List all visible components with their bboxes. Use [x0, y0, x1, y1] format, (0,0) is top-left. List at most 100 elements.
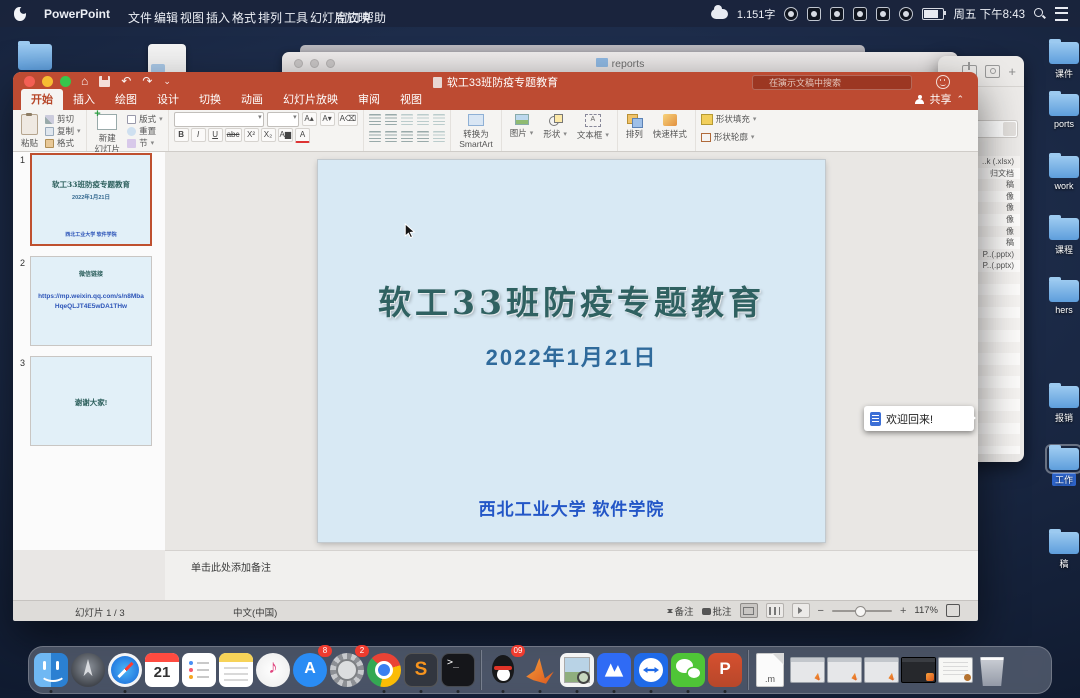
feedback-smiley-icon[interactable]	[936, 75, 950, 89]
new-slide-button[interactable]: 新建 幻灯片	[92, 113, 124, 156]
camera-icon[interactable]	[985, 65, 1000, 78]
reset-button[interactable]: 重置	[127, 125, 156, 137]
desktop-folder-homework[interactable]: work	[1044, 156, 1080, 191]
dock-app-store[interactable]: 8	[292, 647, 328, 693]
normal-view-button[interactable]	[740, 603, 758, 618]
desktop-folder-work-selected[interactable]: 工作	[1044, 448, 1080, 486]
convert-smartart-button[interactable]: 转换为 SmartArt	[456, 113, 496, 150]
arrange-button[interactable]: 排列	[623, 113, 646, 141]
menu-item-help[interactable]: 帮助	[362, 9, 371, 18]
share-button[interactable]: 共享 ⌃	[915, 91, 978, 110]
eye-status-icon[interactable]	[899, 7, 913, 21]
dock-minimized-document[interactable]	[937, 647, 973, 693]
notification-icon[interactable]	[853, 7, 867, 21]
menu-item-tools[interactable]: 工具	[284, 9, 293, 18]
tab-slideshow[interactable]: 幻灯片放映	[273, 89, 348, 110]
menu-item-arrange[interactable]: 排列	[258, 9, 267, 18]
decrease-indent-icon[interactable]	[401, 114, 413, 125]
dock-system-preferences[interactable]: 2	[329, 647, 365, 693]
zoom-in-button[interactable]: +	[900, 605, 906, 617]
slide-date-text[interactable]: 2022年1月21日	[318, 340, 825, 372]
bullets-icon[interactable]	[369, 114, 381, 125]
dock-wechat[interactable]	[670, 647, 706, 693]
menu-item-slideshow[interactable]: 幻灯片放映	[310, 9, 319, 18]
slide-footer-text[interactable]: 西北工业大学 软件学院	[318, 495, 825, 520]
tab-home[interactable]: 开始	[21, 89, 63, 110]
desktop-folder-others[interactable]: hers	[1044, 280, 1080, 315]
powerpoint-window[interactable]: ⌂ ↶ ↷ ⌄ 软工33班防疫专题教育 开始 插入 绘图 设计 切换 动画 幻灯…	[13, 72, 978, 620]
desktop-folder-topleft[interactable]	[18, 44, 52, 70]
save-icon[interactable]	[99, 76, 110, 87]
zoom-out-button[interactable]: −	[818, 605, 824, 617]
dock-minimized-window-2[interactable]	[826, 647, 862, 693]
dock-finder[interactable]	[33, 647, 69, 693]
font-color-button[interactable]: A	[295, 128, 310, 143]
dock-sublime-text[interactable]	[403, 647, 439, 693]
zoom-level[interactable]: 117%	[914, 605, 938, 616]
add-icon[interactable]: +	[1008, 64, 1016, 79]
menu-item-format[interactable]: 格式	[232, 9, 241, 18]
dock-reminders[interactable]	[181, 647, 217, 693]
dock-minimized-window-3[interactable]	[863, 647, 899, 693]
shape-fill-button[interactable]: 形状填充▾	[701, 113, 757, 125]
tab-animations[interactable]: 动画	[231, 89, 273, 110]
status-icon-app1[interactable]	[784, 7, 798, 21]
slideshow-view-button[interactable]	[792, 603, 810, 618]
notes-toggle[interactable]: 备注	[666, 604, 694, 618]
picture-button[interactable]: 图片▾	[507, 113, 537, 140]
menu-item-window[interactable]: 窗口	[336, 9, 345, 18]
numbering-icon[interactable]	[385, 114, 397, 125]
zoom-button[interactable]	[60, 76, 71, 87]
dock-itunes[interactable]	[255, 647, 291, 693]
copy-button[interactable]: 复制▾	[45, 125, 81, 137]
shrink-font-button[interactable]: A▾	[320, 112, 335, 126]
bold-button[interactable]: B	[174, 128, 189, 142]
superscript-button[interactable]: X²	[244, 128, 259, 142]
font-name-dropdown[interactable]	[174, 112, 264, 127]
subscript-button[interactable]: X₂	[261, 128, 276, 142]
notes-pane[interactable]: 单击此处添加备注	[165, 550, 978, 601]
tab-transitions[interactable]: 切换	[189, 89, 231, 110]
underline-button[interactable]: U	[208, 128, 223, 142]
dock-powerpoint[interactable]	[707, 647, 743, 693]
language-indicator[interactable]: 中文(中国)	[233, 605, 277, 619]
collapse-ribbon-icon[interactable]: ⌃	[956, 94, 964, 105]
italic-button[interactable]: I	[191, 128, 206, 142]
warning-status-icon[interactable]	[876, 7, 890, 21]
menubar-clock[interactable]: 周五 下午8:43	[953, 6, 1025, 22]
tab-view[interactable]: 视图	[390, 89, 432, 110]
spotlight-search-icon[interactable]	[1034, 8, 1046, 20]
dock-launchpad[interactable]	[70, 647, 106, 693]
dock-trash[interactable]	[974, 647, 1010, 693]
menu-item-view[interactable]: 视图	[180, 9, 189, 18]
align-left-icon[interactable]	[369, 131, 381, 142]
apple-menu-icon[interactable]	[14, 7, 26, 21]
textbox-button[interactable]: A 文本框▾	[574, 113, 612, 142]
menu-item-insert[interactable]: 插入	[206, 9, 215, 18]
dock-notes[interactable]	[218, 647, 254, 693]
desktop-folder-courseware[interactable]: 课件	[1044, 42, 1080, 80]
dock-voov-meeting[interactable]	[596, 647, 632, 693]
justify-icon[interactable]	[417, 131, 429, 142]
minimize-button[interactable]	[42, 76, 53, 87]
desktop-folder-drafts[interactable]: 稿	[1044, 532, 1080, 570]
slide-thumbnail-1[interactable]: 软工33班防疫专题教育 2022年1月21日 西北工业大学 软件学院	[30, 153, 152, 246]
section-button[interactable]: 节▾	[127, 137, 154, 149]
dock-chrome[interactable]	[366, 647, 402, 693]
tab-review[interactable]: 审阅	[348, 89, 390, 110]
dock-m-file[interactable]: .m	[752, 647, 788, 693]
status-icon-app2[interactable]	[807, 7, 821, 21]
align-right-icon[interactable]	[401, 131, 413, 142]
columns-icon[interactable]	[433, 131, 445, 142]
shape-outline-button[interactable]: 形状轮廓▾	[701, 131, 755, 143]
zoom-slider[interactable]	[832, 610, 892, 612]
clear-format-button[interactable]: A⌫	[338, 112, 359, 126]
menu-item-edit[interactable]: 编辑	[154, 9, 163, 18]
highlight-button[interactable]: A▆	[278, 128, 294, 142]
tab-design[interactable]: 设计	[147, 89, 189, 110]
battery-icon[interactable]	[922, 8, 944, 20]
welcome-back-callout[interactable]: 欢迎回来!	[864, 406, 974, 431]
quick-styles-button[interactable]: 快速样式	[650, 113, 690, 141]
menu-app-name[interactable]: PowerPoint	[44, 7, 110, 21]
font-size-dropdown[interactable]	[267, 112, 299, 127]
